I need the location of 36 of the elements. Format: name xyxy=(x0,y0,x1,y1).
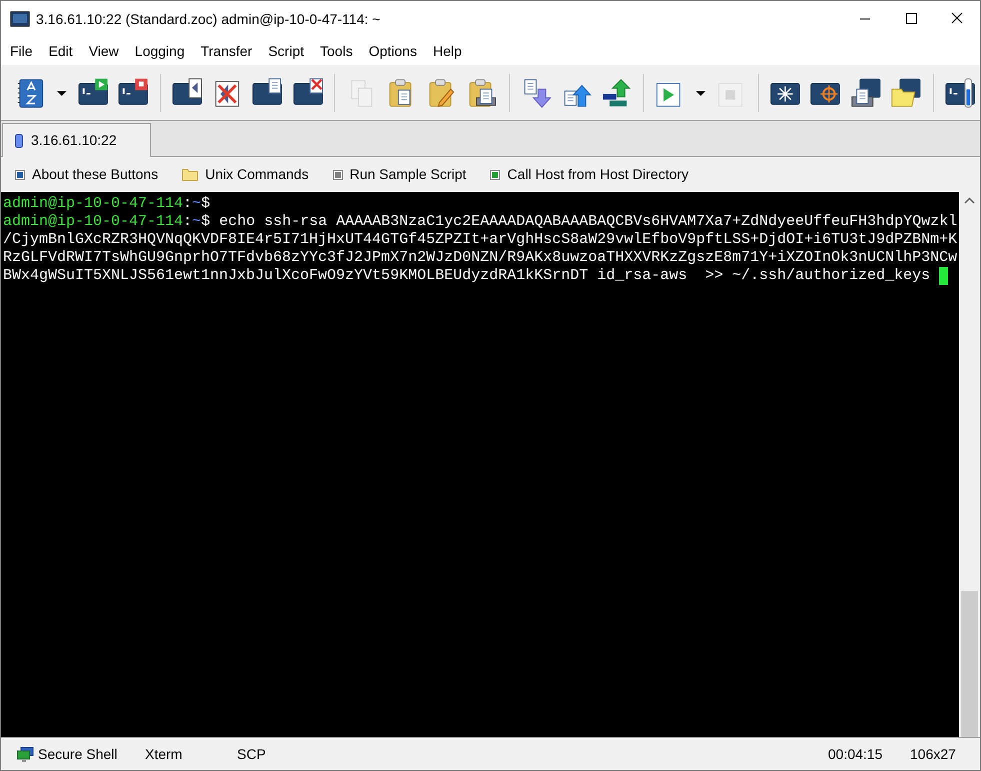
clipboard-printer-icon[interactable] xyxy=(467,76,498,108)
terminal-line: admin@ip-10-0-47-114:~$ echo ssh-rsa AAAAAB3NzaC1yc2EAAAADAQABAAABAQCBVs6HVAM7Xa7+ZdNdyeeUffeuFH3hdpYQwzkl xyxy=(3,213,958,231)
terminal-folder-icon[interactable] xyxy=(891,76,922,108)
terminal-line: admin@ip-10-0-47-114:~$ xyxy=(3,195,212,213)
menu-item[interactable]: Options xyxy=(360,40,425,62)
menu-item[interactable]: Transfer xyxy=(192,40,260,62)
folder-icon xyxy=(182,168,198,181)
scroll-thumb[interactable] xyxy=(961,591,978,737)
toolbar-button[interactable]: Run Sample Script xyxy=(332,164,466,185)
menu-item[interactable]: View xyxy=(80,40,127,62)
session-tab[interactable]: 3.16.61.10:22 xyxy=(2,123,151,157)
connection-type: Secure Shell xyxy=(38,744,118,764)
menu-item[interactable]: Logging xyxy=(126,40,193,62)
session-icon xyxy=(15,134,23,148)
window-title: 3.16.61.10:22 (Standard.zoc) admin@ip-10-0-47-114: ~ xyxy=(36,10,380,29)
app-icon xyxy=(10,11,30,27)
transfer-protocol: SCP xyxy=(237,744,266,764)
menu-item[interactable]: Script xyxy=(260,40,312,62)
terminal-printer-icon[interactable] xyxy=(850,76,882,108)
menu-item[interactable]: Help xyxy=(424,40,470,62)
emulation-type: Xterm xyxy=(145,744,184,764)
terminal-size: 106x27 xyxy=(910,744,957,764)
toolbar-button[interactable]: Unix Commands xyxy=(182,164,309,185)
menu-item[interactable]: Edit xyxy=(40,40,81,62)
network-icon xyxy=(17,746,34,762)
session-timer: 00:04:15 xyxy=(828,744,884,764)
menu-item[interactable]: Tools xyxy=(312,40,361,62)
toolbar-button[interactable]: Call Host from Host Directory xyxy=(490,164,689,185)
toolbar-button[interactable]: About these Buttons xyxy=(15,164,158,185)
terminal-line: BWx4gWSuIT5XNLJS561ewt1nnJxbJulXcoFwO9zYVt59KMOLBEUdyzdRA1kKSrnDT id_rsa-aws >> ~/.ssh/authorized_keys xyxy=(3,267,932,285)
terminal-gauge-icon[interactable] xyxy=(944,76,976,108)
scrollbar[interactable] xyxy=(959,192,980,737)
terminal-line: /CjymBnlGXcRZR3HQVNqQKVDF8IE4r5I71HjHxUT44GTGf45ZPZIt+arVghHscS8aW29vwlEfboV9pftLSS+DjdOI+i6TU3tJ9dPZBNm+K xyxy=(3,231,958,249)
menu-item[interactable]: File xyxy=(2,40,41,62)
text-convert-icon[interactable] xyxy=(602,76,632,108)
terminal-line: RzGLFVdRWI7TsWhGU9GnprhO7TFdvb68zYYc3fJ2JPmX7n2WJzD0NZN/R9AKx8uwzoaTHXXVRKzZgszE8m71Y+iXZOInOk3nUCNlhP3NCw xyxy=(3,249,958,267)
